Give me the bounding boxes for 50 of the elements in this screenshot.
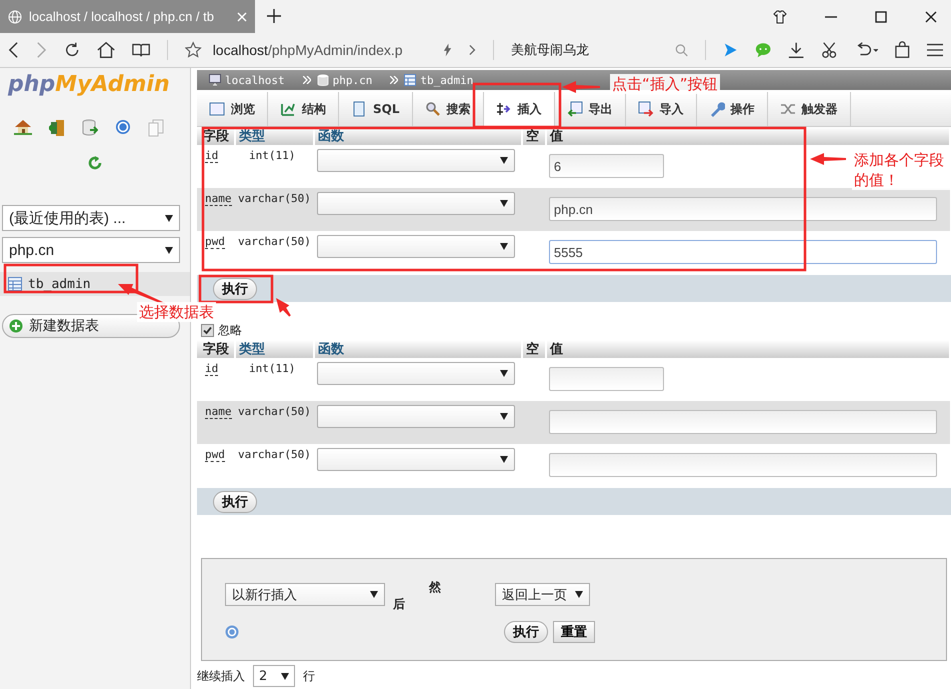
table-name: tb_admin <box>28 276 91 292</box>
field-name: name <box>205 192 232 206</box>
address-field[interactable]: localhost/phpMyAdmin/index.p <box>212 42 426 58</box>
field-name: pwd <box>205 235 225 249</box>
checkbox-label: 忽略 <box>218 322 242 338</box>
field-type: int(11) <box>249 149 296 162</box>
recent-tables-dropdown[interactable]: (最近使用的表) ... <box>2 205 180 231</box>
continue-label: 继续插入 <box>197 668 245 684</box>
field-name: pwd <box>205 448 225 462</box>
breadcrumb-link[interactable]: tb_admin <box>420 74 474 86</box>
field-type: varchar(50) <box>238 448 311 461</box>
next-action-dropdown[interactable]: 返回上一页 <box>495 583 590 606</box>
breadcrumb-link[interactable]: php.cn <box>332 74 372 86</box>
logo[interactable]: phpMyAdmin <box>8 72 170 97</box>
row-count-dropdown[interactable]: 2 <box>253 665 295 687</box>
tab-title: localhost / localhost / php.cn / tb <box>29 9 215 24</box>
field-type: varchar(50) <box>238 235 311 248</box>
tab[interactable]: 插入 <box>484 92 554 126</box>
annotation-text: 选择数据表 <box>137 302 216 322</box>
column-header[interactable]: 类型 <box>235 340 314 358</box>
reset-button[interactable]: 重置 <box>553 621 595 643</box>
tab[interactable]: 结构 <box>268 92 339 126</box>
execute-button[interactable]: 执行 <box>213 278 257 300</box>
tab[interactable]: 浏览 <box>197 92 268 126</box>
then-label: 然 <box>429 579 441 596</box>
value-field[interactable]: php.cn <box>548 197 937 221</box>
database-dropdown[interactable]: php.cn <box>2 237 180 263</box>
column-header: 空 <box>522 340 546 358</box>
annotation-text: 添加各个字段的值！ <box>852 150 951 190</box>
tab[interactable]: SQL <box>339 92 412 126</box>
column-header: 值 <box>546 340 950 358</box>
insert-mode-dropdown[interactable]: 以新行插入 <box>225 583 385 606</box>
execute-button[interactable]: 执行 <box>213 490 257 512</box>
tab[interactable]: 触发器 <box>768 92 850 126</box>
field-type: varchar(50) <box>238 405 311 418</box>
field-name: id <box>205 149 218 163</box>
search-field[interactable]: 美航母闹乌龙 <box>511 41 656 59</box>
field-name: id <box>205 362 218 376</box>
field-type: int(11) <box>249 362 296 375</box>
value-field[interactable]: 6 <box>548 154 664 178</box>
annotation-text: 点击“插入”按钮 <box>610 74 720 94</box>
after-label: 后 <box>393 596 405 613</box>
execute-button[interactable]: 执行 <box>504 621 548 643</box>
field-type: varchar(50) <box>238 192 311 205</box>
column-header[interactable]: 函数 <box>314 340 522 358</box>
column-header: 字段 <box>197 340 235 358</box>
rows-label: 行 <box>303 668 315 684</box>
field-name: name <box>205 405 232 419</box>
breadcrumb-link[interactable]: localhost <box>225 74 285 86</box>
value-field[interactable]: 5555 <box>548 240 937 264</box>
